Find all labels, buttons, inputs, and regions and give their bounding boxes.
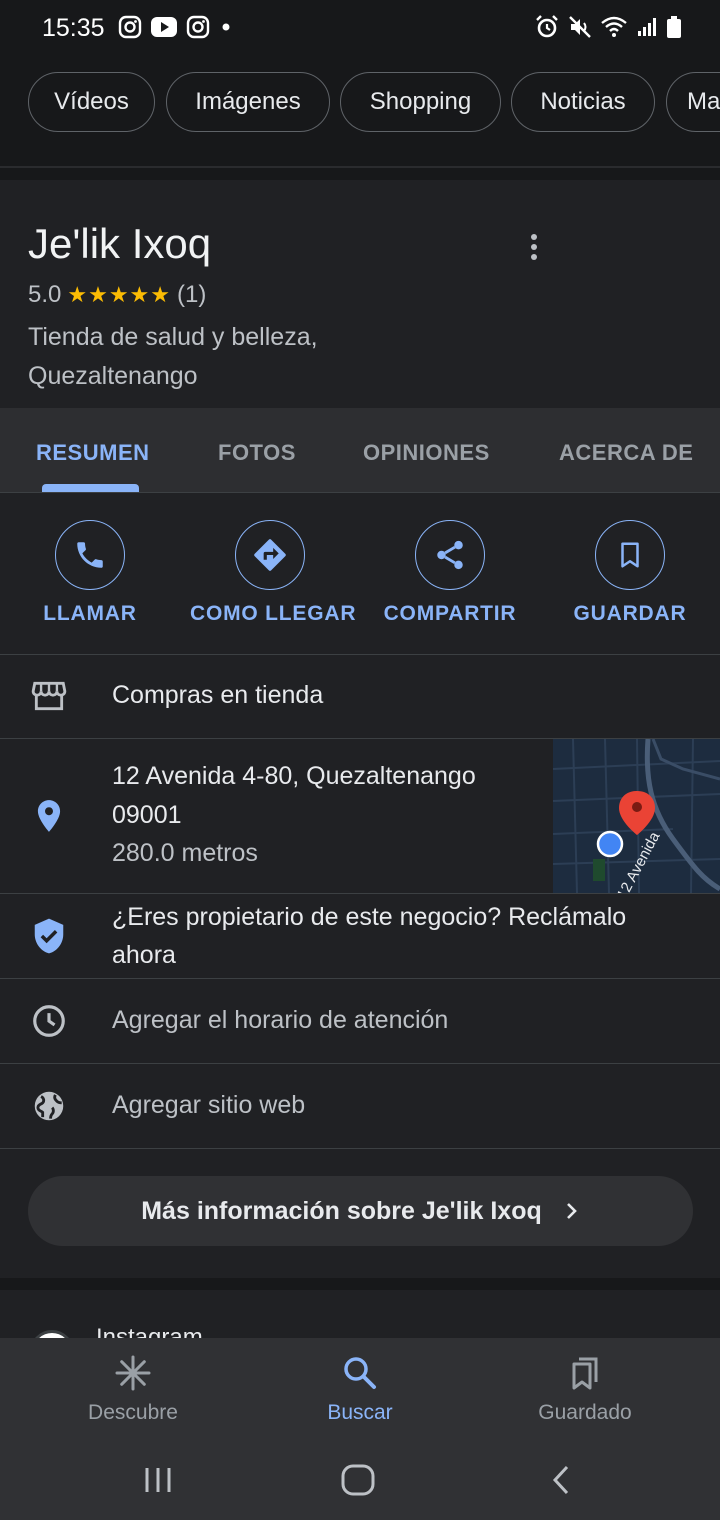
place-category: Tienda de salud y belleza, Quezaltenango [28,318,428,396]
save-label: GUARDAR [573,602,687,625]
tab-acerca-de[interactable]: ACERCA DE [559,440,693,466]
add-hours-row[interactable]: Agregar el horario de atención [0,979,720,1064]
add-website-text: Agregar sitio web [112,1091,306,1119]
directions-button[interactable]: COMO LLEGAR [190,520,357,626]
call-button[interactable]: LLAMAR [10,520,170,626]
add-website-row[interactable]: Agregar sitio web [0,1064,720,1149]
saved-icon [572,1357,598,1390]
instagram-icon [118,15,142,39]
back-icon[interactable] [550,1464,572,1496]
current-location-dot [596,830,624,858]
chip-more[interactable]: Ma [666,72,720,132]
search-icon [344,1357,376,1389]
chip-shopping[interactable]: Shopping [340,72,501,132]
map-thumbnail[interactable]: 12 Avenida [553,739,720,893]
status-bar: 15:35 [0,0,720,56]
signal-icon [638,18,656,36]
chevron-right-icon [566,1203,577,1219]
dot-icon [222,23,230,31]
share-button[interactable]: COMPARTIR [370,520,530,626]
address-line-1: 12 Avenida 4-80, Quezaltenango [112,762,476,790]
globe-icon [34,1091,64,1121]
directions-icon [254,539,286,571]
store-icon [31,681,67,711]
directions-label: COMO LLEGAR [190,602,357,625]
youtube-icon [151,17,177,37]
location-line: Quezaltenango [28,362,198,390]
nav-guardado[interactable]: Guardado [505,1354,665,1425]
section-separator [0,1278,720,1290]
clock-icon [33,1005,65,1037]
claim-line-1: ¿Eres propietario de este negocio? Reclá… [112,903,627,931]
home-icon[interactable] [341,1464,375,1496]
active-tab-indicator [42,484,139,492]
address-line-2: 09001 [112,801,182,829]
tab-resumen[interactable]: RESUMEN [36,440,150,466]
nav-descubre-label: Descubre [88,1401,178,1424]
wifi-icon [601,16,627,37]
rating-row: 5.0 ★★★★★ (1) [28,281,206,309]
share-icon [437,540,463,570]
chip-news[interactable]: Noticias [511,72,655,132]
action-buttons: LLAMAR COMO LLEGAR COMPARTIR GUARDAR [0,492,720,655]
result-favicon [30,1330,74,1338]
claim-business-row[interactable]: ¿Eres propietario de este negocio? Reclá… [0,894,720,979]
distance-text: 280.0 metros [112,839,258,867]
in-store-text: Compras en tienda [112,681,324,709]
tab-fotos[interactable]: FOTOS [218,440,296,466]
more-options-icon[interactable] [520,233,548,263]
claim-line-2: ahora [112,941,176,969]
nav-buscar[interactable]: Buscar [280,1354,440,1425]
place-tabs: RESUMEN FOTOS OPINIONES ACERCA DE [0,408,720,493]
category-line: Tienda de salud y belleza, [28,323,318,351]
phone-icon [77,542,103,568]
asterisk-icon [115,1355,151,1391]
chip-images[interactable]: Imágenes [166,72,330,132]
mute-icon [569,16,591,38]
verified-shield-icon [34,918,64,954]
rating-value: 5.0 [28,281,62,308]
recent-apps-icon[interactable] [143,1466,173,1494]
battery-icon [667,16,681,38]
in-store-row[interactable]: Compras en tienda [0,654,720,739]
chip-videos[interactable]: Vídeos [28,72,155,132]
alarm-icon [536,15,558,38]
more-info-button[interactable]: Más información sobre Je'lik Ixoq [28,1176,693,1246]
nav-buscar-label: Buscar [327,1401,393,1424]
add-hours-text: Agregar el horario de atención [112,1006,449,1034]
nav-guardado-label: Guardado [538,1401,632,1424]
system-navigation-bar [0,1438,720,1520]
review-count[interactable]: (1) [177,281,206,309]
call-label: LLAMAR [43,602,137,625]
nav-descubre[interactable]: Descubre [53,1354,213,1425]
save-button[interactable]: GUARDAR [550,520,710,626]
search-chips-bar: Vídeos Imágenes Shopping Noticias Ma [0,56,720,154]
status-time: 15:35 [42,14,105,42]
bookmark-icon [621,542,639,568]
divider [0,166,720,168]
instagram-icon [186,15,210,39]
place-title: Je'lik Ixoq [28,220,212,267]
next-result-title: Instagram [96,1324,203,1338]
bottom-navigation: Descubre Buscar Guardado [0,1338,720,1438]
next-result[interactable]: Instagram [0,1290,720,1338]
more-info-label: Más información sobre Je'lik Ixoq [141,1196,542,1225]
tab-opiniones[interactable]: OPINIONES [363,440,490,466]
star-rating-icon: ★★★★★ [67,282,171,307]
location-pin-icon [37,800,61,832]
share-label: COMPARTIR [383,602,517,625]
map-graphic: 12 Avenida [553,739,720,893]
